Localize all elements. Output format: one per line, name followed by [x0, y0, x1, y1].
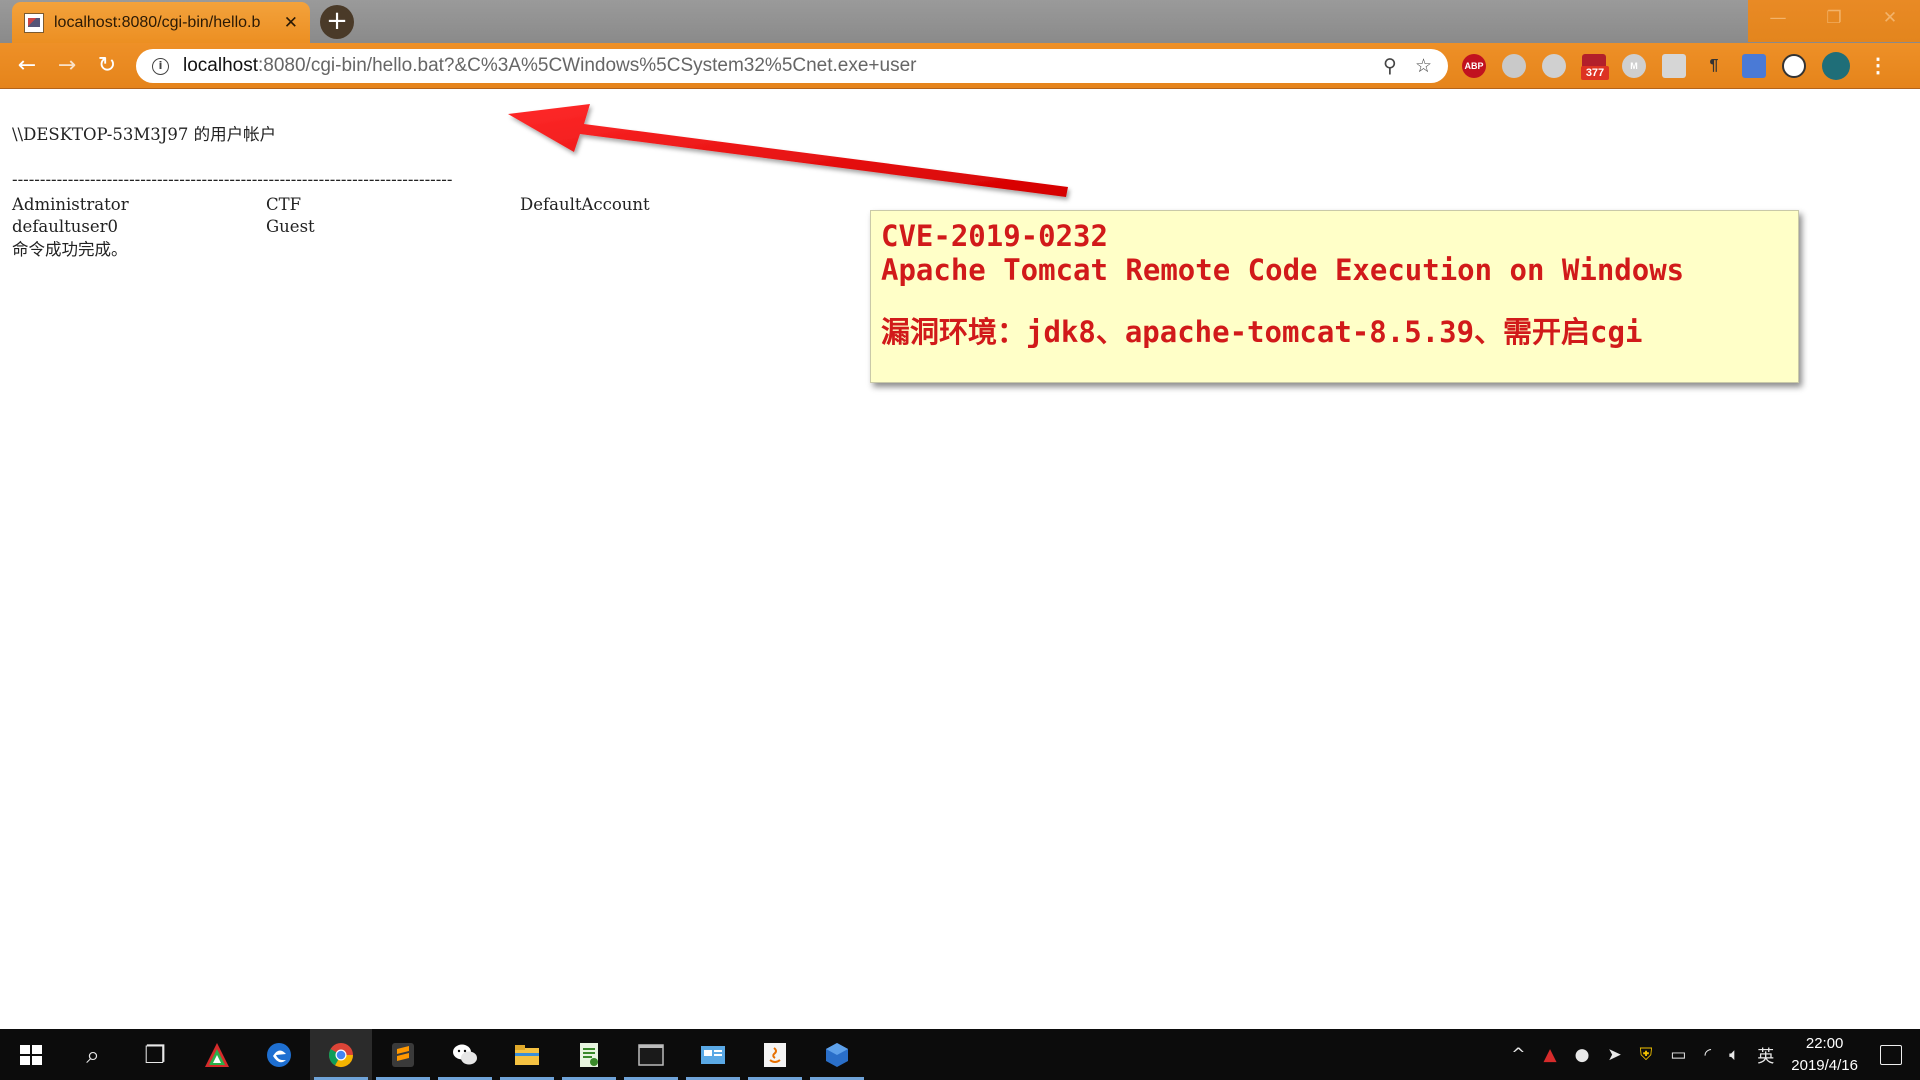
m-extension-icon[interactable]: M [1622, 54, 1646, 78]
site-info-icon[interactable]: i [152, 57, 169, 75]
user-cell: defaultuser0 [12, 217, 119, 236]
java-app-icon[interactable] [744, 1029, 806, 1080]
paragraph-extension-icon[interactable]: ¶ [1702, 54, 1726, 78]
gray-extension-icon[interactable] [1662, 54, 1686, 78]
browser-tab[interactable]: localhost:8080/cgi-bin/hello.b ✕ [12, 2, 310, 43]
task-search-icon[interactable]: ⌕ [62, 1029, 124, 1080]
close-window-button[interactable]: ✕ [1862, 0, 1918, 36]
windows-logo-icon [20, 1044, 42, 1065]
table-row: defaultuser0 Guest [12, 217, 774, 239]
wifi-icon[interactable]: ◜ [1704, 1045, 1711, 1065]
annotation-note: CVE-2019-0232 Apache Tomcat Remote Code … [870, 210, 1799, 383]
vulnerability-title: Apache Tomcat Remote Code Execution on W… [881, 253, 1685, 287]
user-cell: Guest [266, 217, 315, 236]
mail-extension-icon[interactable]: 377 [1581, 54, 1609, 80]
cve-id: CVE-2019-0232 [881, 219, 1108, 253]
tray-wechat-icon[interactable]: ● [1575, 1045, 1590, 1065]
reload-icon[interactable]: ↻ [92, 51, 122, 81]
tray-shield-icon[interactable]: ⛨ [1640, 1045, 1653, 1065]
url-text[interactable]: localhost:8080/cgi-bin/hello.bat?&C%3A%5… [183, 55, 1365, 77]
clock-date: 2019/4/16 [1791, 1056, 1858, 1074]
mail-count-badge: 377 [1581, 66, 1609, 80]
page-heading: \\DESKTOP-53M3J97 的用户帐户 [12, 125, 277, 144]
menu-kebab-icon[interactable]: ⋮ [1866, 54, 1890, 78]
profile-avatar-icon[interactable] [1822, 52, 1850, 80]
back-arrow-icon[interactable]: ← [12, 51, 42, 81]
input-method-indicator[interactable]: 英 [1757, 1042, 1774, 1067]
tray-chevron-icon[interactable]: ^ [1511, 1045, 1525, 1065]
adblock-plus-icon[interactable]: ABP [1462, 54, 1486, 78]
new-tab-button[interactable]: + [320, 5, 354, 39]
user-cell: Administrator [12, 195, 129, 214]
battery-icon[interactable]: ▭ [1670, 1045, 1686, 1065]
tab-strip: localhost:8080/cgi-bin/hello.b ✕ + — ❐ ✕ [0, 0, 1920, 43]
user-cell: DefaultAccount [520, 195, 650, 214]
tray-app-icon[interactable]: ▲ [1543, 1045, 1556, 1065]
system-tray: ^ ▲ ● ➤ ⛨ ▭ ◜ 🔈︎ 英 22:00 2019/4/16 [1502, 1029, 1920, 1080]
environment-note: 漏洞环境：jdk8、apache-tomcat-8.5.39、需开启cgi [881, 315, 1643, 349]
minimize-button[interactable]: — [1750, 0, 1806, 36]
clock-extension-icon[interactable] [1782, 54, 1806, 78]
forward-arrow-icon[interactable]: → [52, 51, 82, 81]
page-favicon-icon [24, 12, 44, 33]
chrome-browser-icon[interactable] [310, 1029, 372, 1080]
status-message: 命令成功完成。 [12, 240, 128, 259]
virtualbox-app-icon[interactable] [806, 1029, 868, 1080]
maximize-button[interactable]: ❐ [1806, 0, 1862, 36]
windows-taskbar: ⌕ ❐ ^ ▲ ● ➤ ⛨ ▭ ◜ 🔈︎ 英 22:00 2019/4/16 [0, 1029, 1920, 1080]
address-bar[interactable]: i localhost:8080/cgi-bin/hello.bat?&C%3A… [136, 49, 1448, 83]
extensions-bar: ABP 377 M ¶ ⋮ [1462, 51, 1890, 81]
start-button[interactable] [0, 1029, 62, 1080]
separator-line: ----------------------------------------… [12, 170, 453, 189]
table-row: Administrator CTF DefaultAccount [12, 195, 774, 217]
tray-send-icon[interactable]: ➤ [1607, 1045, 1621, 1065]
wechat-extension-icon[interactable] [1542, 54, 1566, 78]
tool-app-icon[interactable] [186, 1029, 248, 1080]
sublime-text-icon[interactable] [372, 1029, 434, 1080]
bookmark-star-icon[interactable]: ☆ [1415, 55, 1432, 77]
user-cell [520, 217, 774, 239]
tab-title: localhost:8080/cgi-bin/hello.b [54, 13, 261, 31]
task-view-icon[interactable]: ❐ [124, 1029, 186, 1080]
wechat-app-icon[interactable] [434, 1029, 496, 1080]
clock-time: 22:00 [1805, 1034, 1844, 1052]
edge-browser-icon[interactable] [248, 1029, 310, 1080]
taskbar-clock[interactable]: 22:00 2019/4/16 [1791, 1033, 1858, 1077]
terminal-app-icon[interactable] [620, 1029, 682, 1080]
browser-toolbar: ← → ↻ i localhost:8080/cgi-bin/hello.bat… [0, 43, 1920, 89]
tab-close-icon[interactable]: ✕ [284, 13, 298, 33]
file-explorer-icon[interactable] [496, 1029, 558, 1080]
volume-icon[interactable]: 🔈︎ [1729, 1045, 1739, 1065]
user-table: Administrator CTF DefaultAccount default… [12, 195, 774, 239]
translate-extension-icon[interactable] [1742, 54, 1766, 78]
globe-extension-icon[interactable] [1502, 54, 1526, 78]
user-cell: CTF [266, 195, 302, 214]
control-panel-icon[interactable] [682, 1029, 744, 1080]
notepad-app-icon[interactable] [558, 1029, 620, 1080]
zoom-icon[interactable]: ⚲ [1383, 55, 1397, 77]
notification-center-icon[interactable] [1880, 1044, 1902, 1065]
